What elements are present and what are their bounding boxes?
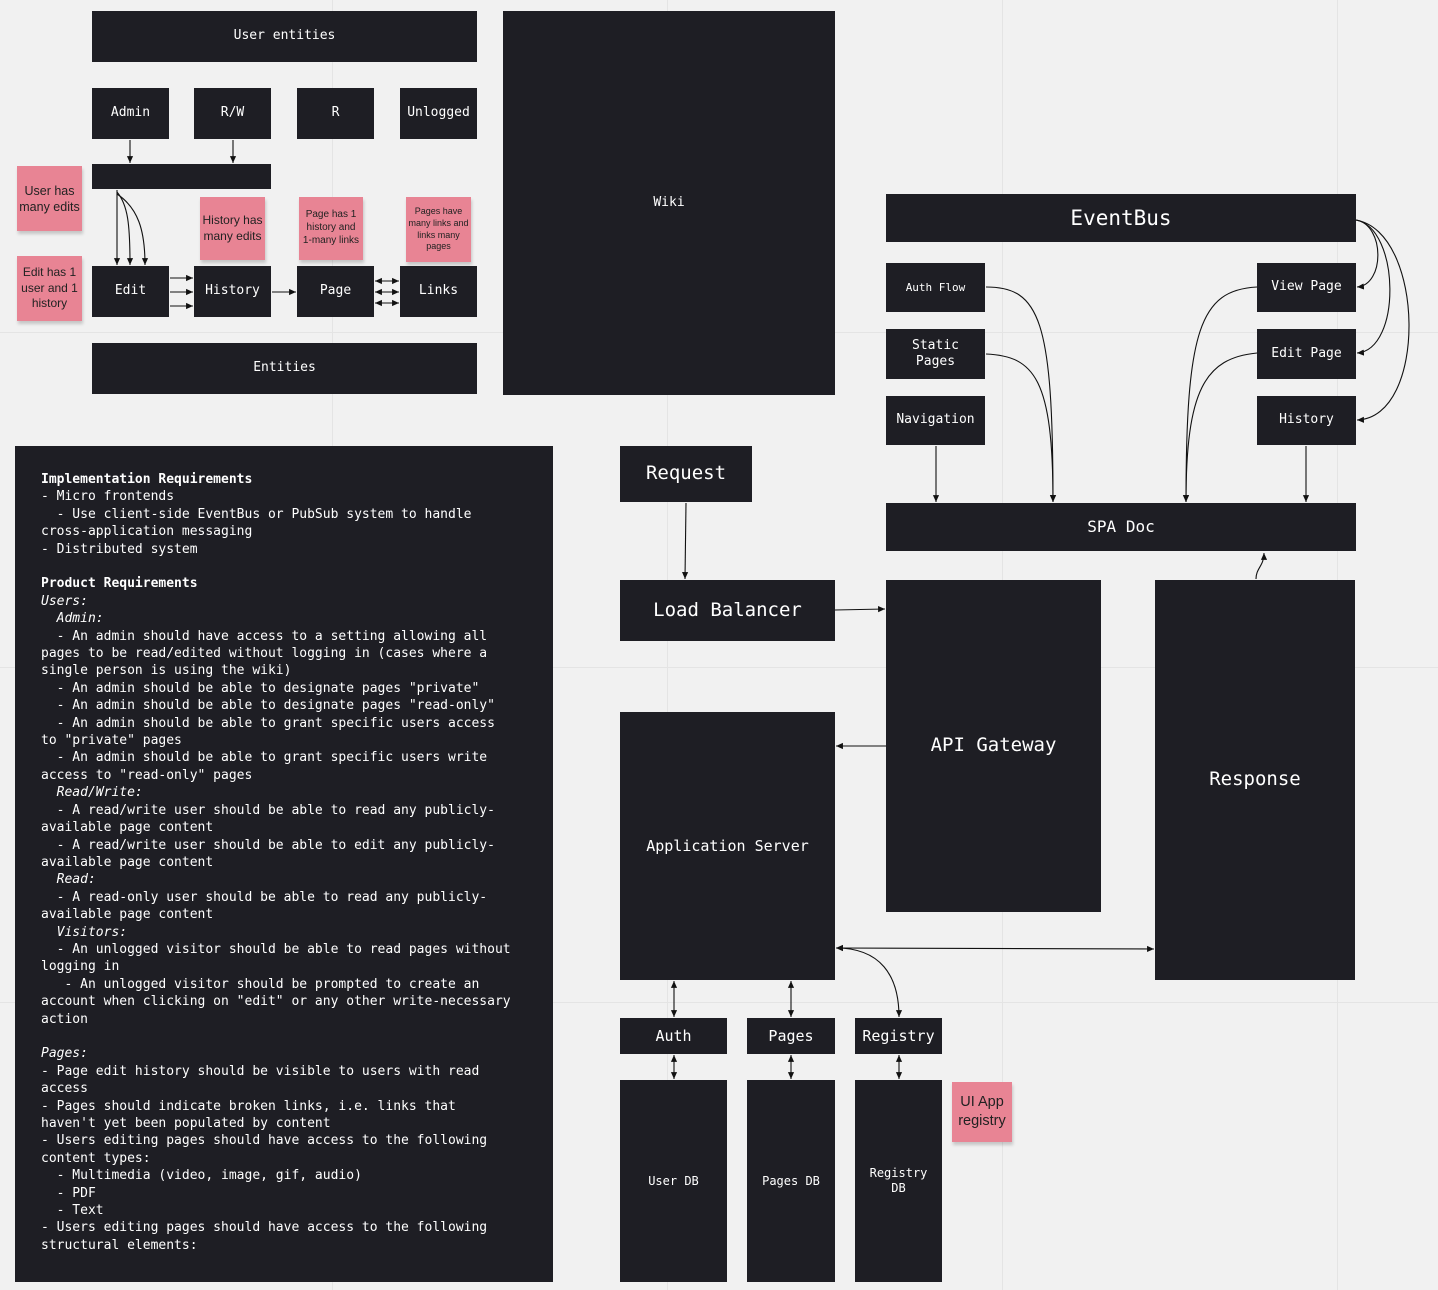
pages-service-node[interactable]: Pages bbox=[747, 1018, 835, 1054]
view-page-node[interactable]: View Page bbox=[1257, 263, 1356, 312]
sticky-history-has-many-edits[interactable]: History has many edits bbox=[200, 197, 265, 260]
notes-line: - Page edit history should be visible to… bbox=[41, 1063, 480, 1079]
notes-line: - An admin should have access to a setti… bbox=[41, 628, 488, 644]
edge-appserver-registry bbox=[835, 944, 903, 1018]
sticky-pages-have-many-links[interactable]: Pages have many links and links many pag… bbox=[406, 197, 471, 262]
notes-line: - An admin should be able to grant speci… bbox=[41, 715, 495, 731]
registry-db-node[interactable]: Registry DB bbox=[855, 1080, 942, 1282]
notes-line: access to "read-only" pages bbox=[41, 767, 253, 783]
notes-line: available page content bbox=[41, 854, 214, 870]
auth-service-node[interactable]: Auth bbox=[620, 1018, 727, 1054]
load-balancer-node[interactable]: Load Balancer bbox=[620, 580, 835, 641]
edge-response-spa bbox=[1255, 552, 1268, 580]
edit-page-node[interactable]: Edit Page bbox=[1257, 329, 1356, 379]
entity-history[interactable]: History bbox=[194, 266, 271, 317]
notes-line: - Text bbox=[41, 1203, 104, 1219]
pages-db-node[interactable]: Pages DB bbox=[747, 1080, 835, 1282]
notes-line: Read/Write: bbox=[41, 785, 143, 801]
edge-authflow-spa bbox=[985, 286, 1057, 503]
notes-line: haven't yet been populated by content bbox=[41, 1116, 331, 1131]
notes-body: Implementation Requirements - Micro front… bbox=[41, 471, 533, 1254]
notes-line: - A read-only user should be able to rea… bbox=[41, 889, 488, 905]
notes-line: - A read/write user should be able to re… bbox=[41, 802, 495, 818]
user-entities-header[interactable]: User entities bbox=[92, 11, 477, 62]
role-unlogged[interactable]: Unlogged bbox=[400, 88, 477, 139]
notes-line: available page content bbox=[41, 907, 214, 923]
user-db-node[interactable]: User DB bbox=[620, 1080, 727, 1282]
notes-line: - An unlogged visitor should be prompted… bbox=[41, 976, 480, 992]
notes-line: Admin: bbox=[41, 611, 104, 627]
notes-line: - Use client-side EventBus or PubSub sys… bbox=[41, 506, 472, 522]
sticky-ui-app-registry[interactable]: UI App registry bbox=[952, 1082, 1012, 1142]
notes-line: cross-application messaging bbox=[41, 524, 253, 540]
notes-line: Implementation Requirements bbox=[41, 472, 253, 487]
edge-request-lb bbox=[682, 502, 689, 580]
notes-line: account when clicking on "edit" or any o… bbox=[41, 994, 511, 1010]
notes-line: access bbox=[41, 1081, 88, 1097]
sticky-edit-has-user-history[interactable]: Edit has 1 user and 1 history bbox=[17, 256, 82, 321]
application-server-node[interactable]: Application Server bbox=[620, 712, 835, 980]
notes-line: available page content bbox=[41, 820, 214, 836]
edge-bar-to-edit-2 bbox=[116, 191, 134, 266]
static-pages-node[interactable]: Static Pages bbox=[886, 329, 985, 379]
notes-line: action bbox=[41, 1011, 88, 1027]
navigation-node[interactable]: Navigation bbox=[886, 396, 985, 445]
notes-line: - PDF bbox=[41, 1185, 96, 1201]
notes-line bbox=[41, 558, 533, 575]
auth-flow-node[interactable]: Auth Flow bbox=[886, 263, 985, 312]
sticky-user-has-many-edits[interactable]: User has many edits bbox=[17, 166, 82, 231]
notes-line: Users: bbox=[41, 593, 88, 609]
api-gateway-node[interactable]: API Gateway bbox=[886, 580, 1101, 912]
history-node[interactable]: History bbox=[1257, 396, 1356, 445]
notes-line: Pages: bbox=[41, 1046, 88, 1062]
notes-line: - An unlogged visitor should be able to … bbox=[41, 941, 511, 957]
edge-eventbus-editpage bbox=[1355, 219, 1391, 356]
response-node[interactable]: Response bbox=[1155, 580, 1355, 980]
entities-footer[interactable]: Entities bbox=[92, 343, 477, 394]
notes-line: - An admin should be able to grant speci… bbox=[41, 750, 488, 766]
notes-line: Visitors: bbox=[41, 924, 128, 940]
entity-page[interactable]: Page bbox=[297, 266, 374, 317]
notes-line: - Pages should indicate broken links, i.… bbox=[41, 1098, 456, 1114]
sticky-page-has-history-links[interactable]: Page has 1 history and 1-many links bbox=[299, 197, 363, 260]
requirements-notes[interactable]: Implementation Requirements - Micro front… bbox=[15, 446, 553, 1282]
edge-viewpage-spa bbox=[1182, 286, 1258, 503]
notes-line: - An admin should be able to designate p… bbox=[41, 680, 480, 696]
eventbus-node[interactable]: EventBus bbox=[886, 194, 1356, 242]
registry-service-node[interactable]: Registry bbox=[855, 1018, 942, 1054]
notes-line: - Micro frontends bbox=[41, 489, 175, 505]
notes-line: to "private" pages bbox=[41, 733, 182, 749]
edge-editpage-spa bbox=[1182, 352, 1258, 503]
notes-line: single person is using the wiki) bbox=[41, 663, 292, 679]
notes-line: - A read/write user should be able to ed… bbox=[41, 837, 495, 853]
notes-line: Read: bbox=[41, 872, 96, 888]
notes-line: Product Requirements bbox=[41, 576, 198, 592]
role-read-write[interactable]: R/W bbox=[194, 88, 271, 139]
wiki-frame[interactable]: Wiki bbox=[503, 11, 835, 395]
role-read[interactable]: R bbox=[297, 88, 374, 139]
notes-line: - An admin should be able to designate p… bbox=[41, 698, 495, 714]
notes-line: - Distributed system bbox=[41, 541, 198, 557]
edge-static-spa bbox=[985, 353, 1057, 503]
notes-line: content types: bbox=[41, 1150, 151, 1166]
notes-line: - Users editing pages should have access… bbox=[41, 1133, 488, 1149]
spa-doc-node[interactable]: SPA Doc bbox=[886, 503, 1356, 551]
role-admin[interactable]: Admin bbox=[92, 88, 169, 139]
edge-lb-gateway bbox=[834, 606, 886, 613]
notes-line: logging in bbox=[41, 959, 120, 975]
entity-links[interactable]: Links bbox=[400, 266, 477, 317]
notes-line: - Users editing pages should have access… bbox=[41, 1220, 488, 1236]
edge-bar-to-edit-3 bbox=[116, 193, 149, 266]
notes-line: pages to be read/edited without logging … bbox=[41, 646, 488, 662]
notes-line: structural elements: bbox=[41, 1237, 198, 1253]
user-merge-bar[interactable] bbox=[92, 164, 271, 189]
request-node[interactable]: Request bbox=[620, 446, 752, 502]
edge-eventbus-history bbox=[1355, 219, 1410, 423]
entity-edit[interactable]: Edit bbox=[92, 266, 169, 317]
notes-line bbox=[41, 1028, 533, 1045]
edge-appserver-response bbox=[835, 944, 1155, 953]
edge-eventbus-viewpage bbox=[1355, 219, 1379, 290]
notes-line: - Multimedia (video, image, gif, audio) bbox=[41, 1168, 362, 1184]
